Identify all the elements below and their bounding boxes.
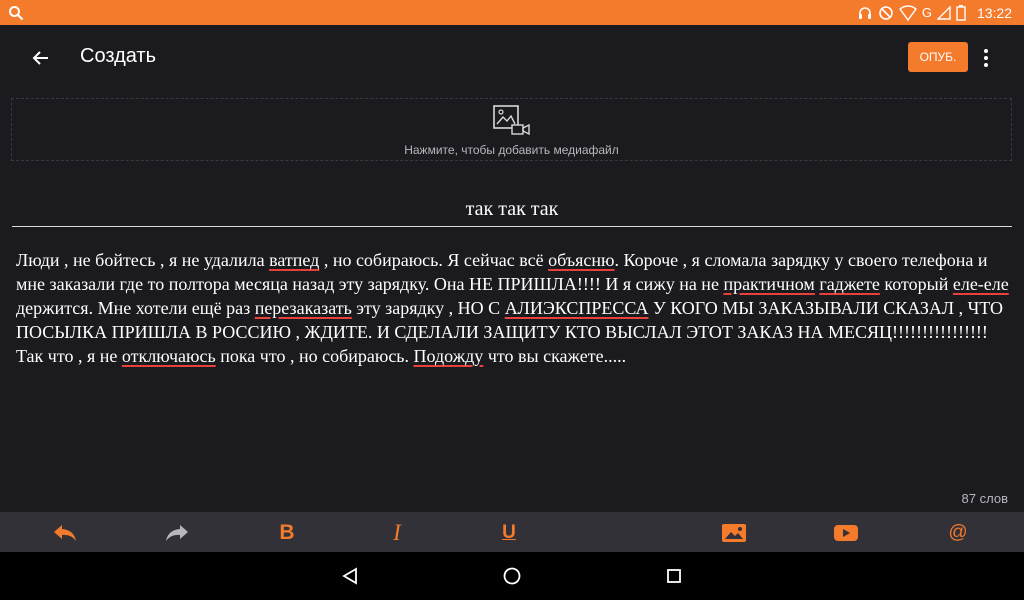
underline-icon: U — [502, 522, 516, 543]
misspelled-word: ватпед — [269, 250, 320, 270]
nav-home-button[interactable] — [500, 564, 524, 588]
body-text-segment: что вы скажете..... — [483, 346, 627, 366]
post-title-input[interactable]: так так так — [12, 192, 1012, 227]
wifi-icon — [898, 4, 917, 21]
redo-button[interactable] — [164, 521, 190, 545]
nav-back-button[interactable] — [338, 564, 362, 588]
underline-button[interactable]: U — [496, 521, 522, 545]
insert-video-icon — [834, 525, 858, 541]
misspelled-word: АЛИЭКСПРЕССА — [504, 298, 649, 318]
body-text-segment: , но собираюсь. Я сейчас всё — [319, 250, 549, 270]
arrow-left-icon — [32, 51, 48, 65]
recents-nav-icon — [667, 569, 681, 583]
mention-button[interactable]: @ — [945, 521, 971, 545]
bold-icon: B — [279, 521, 295, 544]
publish-button[interactable]: ОПУБ. — [908, 42, 968, 72]
italic-button[interactable]: I — [384, 520, 410, 545]
insert-image-button[interactable] — [721, 521, 747, 545]
misspelled-word: еле-еле — [952, 274, 1009, 294]
bold-button[interactable]: B — [274, 521, 300, 545]
search-icon[interactable] — [8, 5, 24, 21]
undo-button[interactable] — [52, 521, 78, 545]
italic-icon: I — [393, 520, 401, 545]
back-nav-icon — [342, 567, 357, 585]
body-text-segment: Люди , не бойтесь , я не удалила — [16, 250, 270, 270]
mention-icon: @ — [948, 522, 968, 543]
word-count: 87 слов — [961, 491, 1008, 506]
system-nav-bar — [0, 552, 1024, 600]
network-type: G — [921, 5, 932, 20]
body-text-segment: эту зарядку , НО С — [351, 298, 505, 318]
home-nav-icon — [503, 567, 521, 585]
add-media-area[interactable]: Нажмите, чтобы добавить медиафайл — [11, 98, 1012, 161]
do-not-disturb-icon — [878, 5, 894, 21]
headset-icon — [857, 5, 873, 21]
back-button[interactable] — [28, 45, 54, 71]
battery-icon — [956, 4, 966, 21]
more-options-button[interactable] — [978, 45, 994, 71]
insert-image-icon — [722, 524, 746, 542]
misspelled-word: объясню — [548, 250, 615, 270]
misspelled-word: перезаказать — [254, 298, 352, 318]
format-toolbar: B I U @ — [0, 512, 1024, 552]
body-text-segment: держится. Мне хотели ещё раз — [16, 298, 255, 318]
page-title: Создать — [80, 45, 157, 67]
misspelled-word: Подожду — [413, 346, 484, 366]
body-text-segment: пока что , но собираюсь. — [215, 346, 414, 366]
app-bar: Создать ОПУБ. — [0, 25, 1024, 89]
add-media-icon — [493, 105, 530, 136]
status-bar: G 13:22 — [0, 0, 1024, 25]
post-body-editor[interactable]: Люди , не бойтесь , я не удалила ватпед … — [16, 248, 1016, 368]
nav-recents-button[interactable] — [662, 564, 686, 588]
add-media-hint: Нажмите, чтобы добавить медиафайл — [404, 143, 619, 157]
redo-icon — [166, 525, 188, 541]
misspelled-word: гаджете — [819, 274, 880, 294]
undo-icon — [54, 525, 76, 541]
status-time: 13:22 — [976, 4, 1012, 21]
signal-icon — [936, 5, 951, 20]
body-text-segment: который — [879, 274, 953, 294]
misspelled-word: практичном — [723, 274, 815, 294]
insert-video-button[interactable] — [833, 521, 859, 545]
misspelled-word: отключаюсь — [121, 346, 216, 366]
